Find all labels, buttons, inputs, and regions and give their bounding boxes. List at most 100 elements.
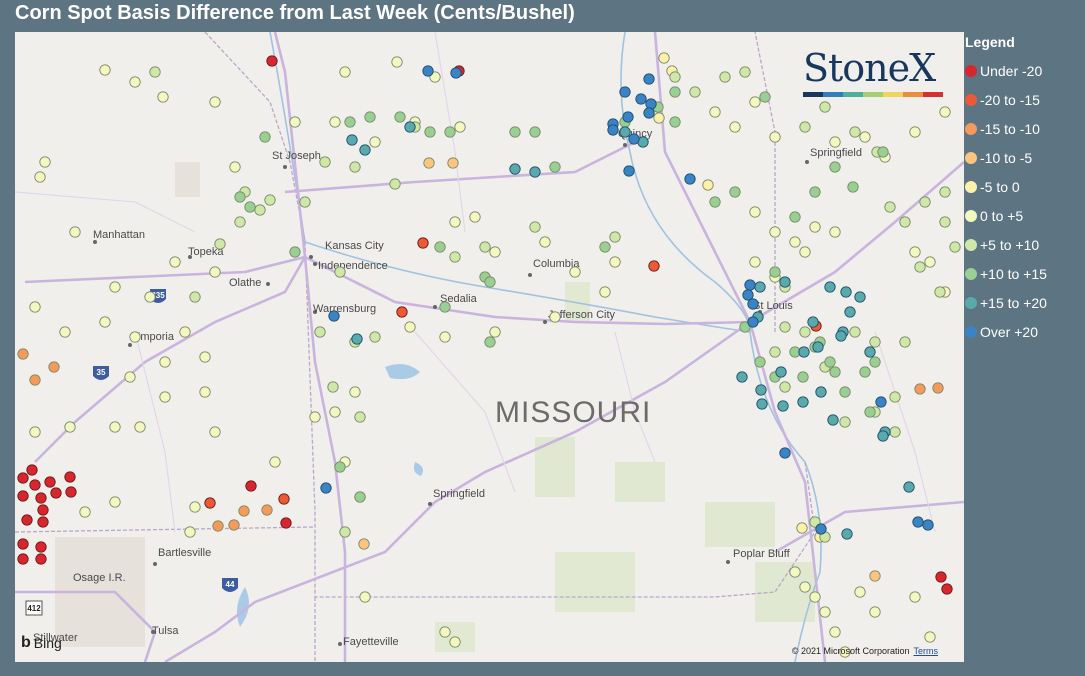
basis-marker[interactable] xyxy=(479,241,491,253)
basis-marker[interactable] xyxy=(859,366,871,378)
basis-marker[interactable] xyxy=(756,398,768,410)
basis-marker[interactable] xyxy=(824,356,836,368)
legend-item[interactable]: -20 to -15 xyxy=(965,85,1085,114)
legend-item[interactable]: -15 to -10 xyxy=(965,114,1085,143)
basis-marker[interactable] xyxy=(454,121,466,133)
basis-marker[interactable] xyxy=(209,96,221,108)
basis-marker[interactable] xyxy=(394,111,406,123)
basis-marker[interactable] xyxy=(50,487,62,499)
basis-marker[interactable] xyxy=(899,216,911,228)
legend-item[interactable]: +10 to +15 xyxy=(965,259,1085,288)
basis-marker[interactable] xyxy=(17,538,29,550)
basis-marker[interactable] xyxy=(17,553,29,565)
basis-marker[interactable] xyxy=(449,636,461,648)
basis-marker[interactable] xyxy=(849,326,861,338)
basis-marker[interactable] xyxy=(354,411,366,423)
basis-marker[interactable] xyxy=(434,241,446,253)
basis-marker[interactable] xyxy=(129,331,141,343)
basis-marker[interactable] xyxy=(749,256,761,268)
basis-marker[interactable] xyxy=(702,179,714,191)
basis-marker[interactable] xyxy=(827,414,839,426)
legend-item[interactable]: 0 to +5 xyxy=(965,201,1085,230)
basis-marker[interactable] xyxy=(319,156,331,168)
basis-marker[interactable] xyxy=(569,266,581,278)
basis-marker[interactable] xyxy=(819,606,831,618)
basis-marker[interactable] xyxy=(359,591,371,603)
basis-marker[interactable] xyxy=(809,221,821,233)
basis-marker[interactable] xyxy=(623,165,635,177)
basis-marker[interactable] xyxy=(619,126,631,138)
basis-marker[interactable] xyxy=(64,471,76,483)
basis-marker[interactable] xyxy=(841,528,853,540)
basis-marker[interactable] xyxy=(864,346,876,358)
basis-marker[interactable] xyxy=(914,383,926,395)
basis-marker[interactable] xyxy=(444,126,456,138)
basis-marker[interactable] xyxy=(619,86,631,98)
basis-marker[interactable] xyxy=(669,116,681,128)
basis-marker[interactable] xyxy=(835,330,847,342)
basis-marker[interactable] xyxy=(39,156,51,168)
basis-marker[interactable] xyxy=(736,371,748,383)
basis-marker[interactable] xyxy=(854,586,866,598)
basis-marker[interactable] xyxy=(369,136,381,148)
basis-marker[interactable] xyxy=(777,400,789,412)
legend-item[interactable]: +5 to +10 xyxy=(965,230,1085,259)
basis-marker[interactable] xyxy=(769,226,781,238)
basis-marker[interactable] xyxy=(935,571,947,583)
basis-marker[interactable] xyxy=(939,186,951,198)
basis-marker[interactable] xyxy=(899,336,911,348)
basis-marker[interactable] xyxy=(109,421,121,433)
basis-marker[interactable] xyxy=(509,126,521,138)
basis-marker[interactable] xyxy=(689,86,701,98)
basis-marker[interactable] xyxy=(924,631,936,643)
basis-marker[interactable] xyxy=(909,246,921,258)
basis-marker[interactable] xyxy=(909,591,921,603)
basis-marker[interactable] xyxy=(789,566,801,578)
basis-marker[interactable] xyxy=(809,186,821,198)
basis-marker[interactable] xyxy=(289,116,301,128)
basis-marker[interactable] xyxy=(729,121,741,133)
basis-marker[interactable] xyxy=(134,421,146,433)
basis-marker[interactable] xyxy=(669,86,681,98)
legend-item[interactable]: +15 to +20 xyxy=(965,288,1085,317)
basis-marker[interactable] xyxy=(469,211,481,223)
basis-marker[interactable] xyxy=(422,65,434,77)
basis-marker[interactable] xyxy=(449,251,461,263)
basis-marker[interactable] xyxy=(769,266,781,278)
basis-marker[interactable] xyxy=(889,426,901,438)
basis-marker[interactable] xyxy=(245,480,257,492)
basis-marker[interactable] xyxy=(439,331,451,343)
basis-marker[interactable] xyxy=(29,301,41,313)
basis-marker[interactable] xyxy=(789,211,801,223)
basis-marker[interactable] xyxy=(328,310,340,322)
basis-marker[interactable] xyxy=(759,91,771,103)
basis-marker[interactable] xyxy=(914,261,926,273)
basis-marker[interactable] xyxy=(17,472,29,484)
basis-marker[interactable] xyxy=(812,341,824,353)
basis-marker[interactable] xyxy=(599,241,611,253)
basis-marker[interactable] xyxy=(924,256,936,268)
basis-marker[interactable] xyxy=(799,326,811,338)
basis-marker[interactable] xyxy=(709,196,721,208)
basis-marker[interactable] xyxy=(797,396,809,408)
basis-marker[interactable] xyxy=(329,116,341,128)
basis-marker[interactable] xyxy=(212,520,224,532)
basis-marker[interactable] xyxy=(854,291,866,303)
legend-item[interactable]: Over +20 xyxy=(965,317,1085,346)
basis-marker[interactable] xyxy=(847,181,859,193)
basis-marker[interactable] xyxy=(69,226,81,238)
basis-marker[interactable] xyxy=(369,331,381,343)
basis-marker[interactable] xyxy=(489,326,501,338)
basis-marker[interactable] xyxy=(396,306,408,318)
basis-marker[interactable] xyxy=(314,326,326,338)
basis-marker[interactable] xyxy=(912,516,924,528)
basis-marker[interactable] xyxy=(129,76,141,88)
basis-marker[interactable] xyxy=(529,126,541,138)
basis-marker[interactable] xyxy=(214,238,226,250)
basis-marker[interactable] xyxy=(269,456,281,468)
basis-marker[interactable] xyxy=(278,493,290,505)
basis-marker[interactable] xyxy=(769,346,781,358)
basis-marker[interactable] xyxy=(643,73,655,85)
basis-marker[interactable] xyxy=(815,386,827,398)
basis-marker[interactable] xyxy=(939,216,951,228)
